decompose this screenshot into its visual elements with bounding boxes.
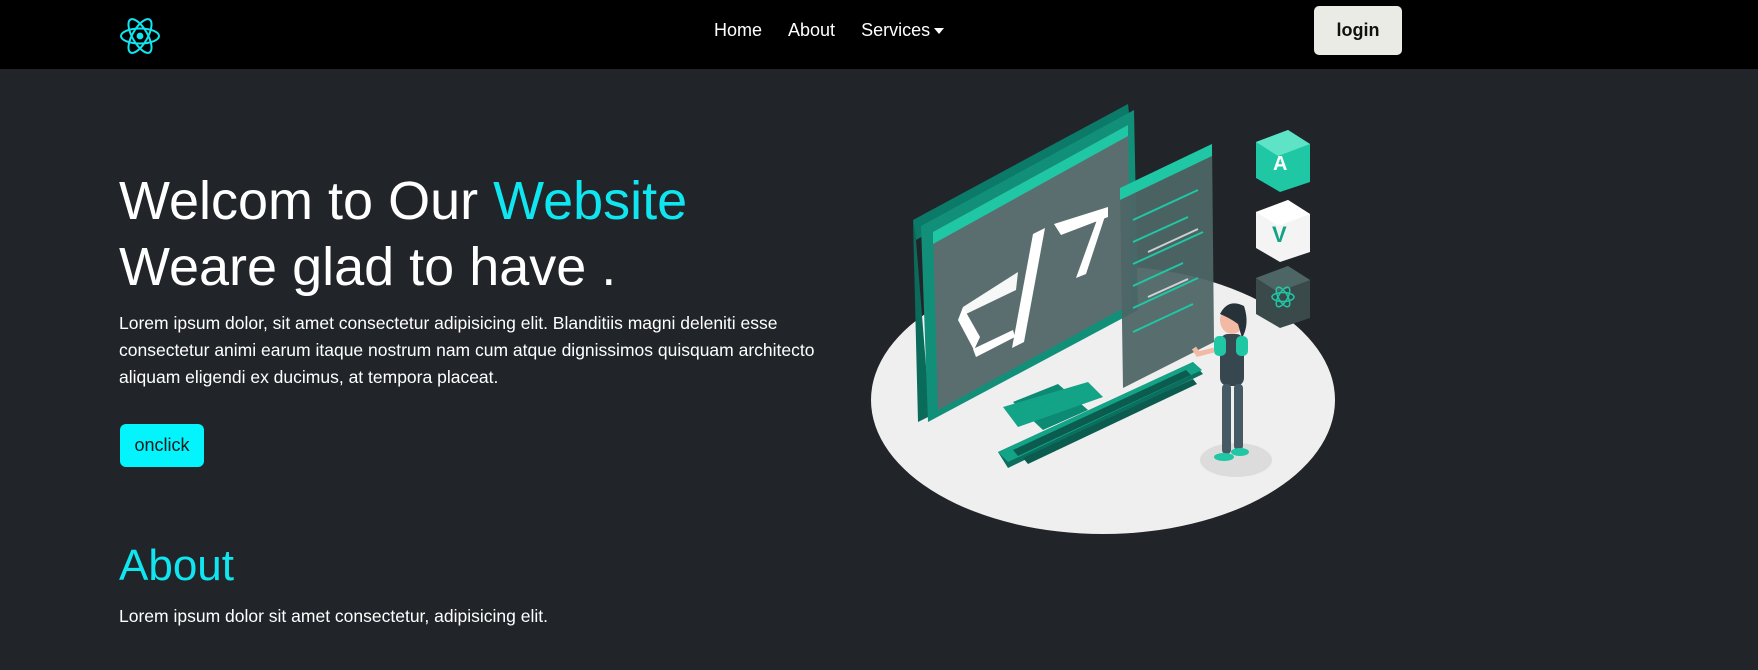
hero-title-line2: Weare glad to have . (119, 237, 617, 297)
nav-link-services-label: Services (861, 19, 931, 40)
navbar: Home About Services login (0, 0, 1758, 69)
react-logo-icon[interactable] (118, 14, 162, 58)
hero-title-accent: Website (493, 171, 688, 231)
hero-title-prefix: Welcom to Our (119, 171, 494, 231)
nav-links: Home About Services (714, 18, 945, 42)
login-button[interactable]: login (1314, 6, 1402, 55)
nav-dropdown-services[interactable]: Services (861, 18, 945, 42)
onclick-button[interactable]: onclick (120, 424, 204, 467)
nav-link-home-label: Home (714, 19, 763, 40)
about-text: Lorem ipsum dolor sit amet consectetur, … (119, 606, 548, 626)
nav-link-home[interactable]: Home (714, 18, 762, 42)
hero-description: Lorem ipsum dolor, sit amet consectetur … (119, 313, 815, 387)
caret-down-icon (934, 28, 945, 34)
nav-link-about-label: About (788, 19, 836, 40)
svg-text:A: A (1273, 153, 1287, 175)
nav-link-about[interactable]: About (788, 18, 835, 42)
hero-title: Welcom to Our Website Weare glad to have… (119, 168, 687, 300)
svg-text:V: V (1272, 222, 1287, 247)
about-heading: About (119, 541, 234, 590)
developer-computer-illustration: A V (858, 92, 1348, 542)
